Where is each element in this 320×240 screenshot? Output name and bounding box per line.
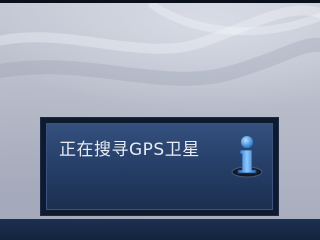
gps-screen: 正在搜寻GPS卫星 [0, 0, 320, 240]
bottom-bar [0, 219, 320, 240]
info-icon [231, 136, 263, 178]
dialog-panel: 正在搜寻GPS卫星 [46, 123, 273, 210]
dialog-message: 正在搜寻GPS卫星 [59, 140, 200, 160]
gps-status-dialog: 正在搜寻GPS卫星 [40, 117, 279, 216]
